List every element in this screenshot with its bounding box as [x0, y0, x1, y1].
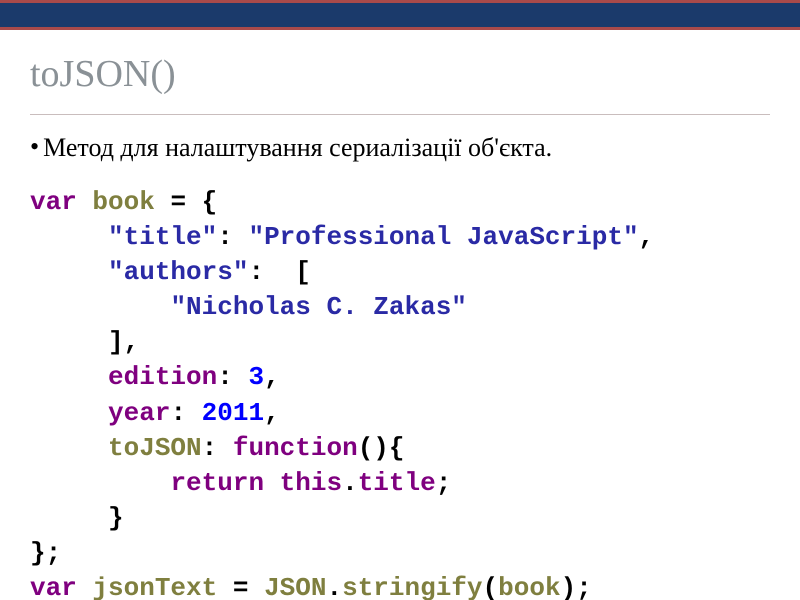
ident-jsontext: jsonText [92, 573, 217, 600]
prop-title-ref: title [358, 468, 436, 498]
prop-year: year [108, 398, 170, 428]
code-block: var book = { "title": "Professional Java… [30, 185, 770, 600]
prop-title-key: title [124, 222, 202, 252]
number-year: 2011 [202, 398, 264, 428]
keyword-this: this [280, 468, 342, 498]
number-edition: 3 [248, 362, 264, 392]
bullet-text: Метод для налаштування сериалізації об'є… [43, 133, 552, 163]
prop-edition: edition [108, 362, 217, 392]
string-open: " [108, 222, 124, 252]
arg-book: book [498, 573, 560, 600]
ident-book: book [92, 187, 154, 217]
string-author: Nicholas C. Zakas [186, 292, 451, 322]
keyword-function: function [233, 433, 358, 463]
header-band [0, 0, 800, 30]
ident-json: JSON [264, 573, 326, 600]
ident-stringify: stringify [342, 573, 482, 600]
keyword-var: var [30, 187, 77, 217]
keyword-return: return [170, 468, 264, 498]
prop-tojson: toJSON [108, 433, 202, 463]
prop-authors-key: authors [124, 257, 233, 287]
bullet-dot: • [30, 133, 39, 161]
keyword-var2: var [30, 573, 77, 600]
slide-title: toJSON() [30, 52, 770, 115]
slide-content: toJSON() • Метод для налаштування сериал… [0, 30, 800, 600]
string-title-value: Professional JavaScript [264, 222, 623, 252]
bullet-item: • Метод для налаштування сериалізації об… [30, 133, 770, 163]
